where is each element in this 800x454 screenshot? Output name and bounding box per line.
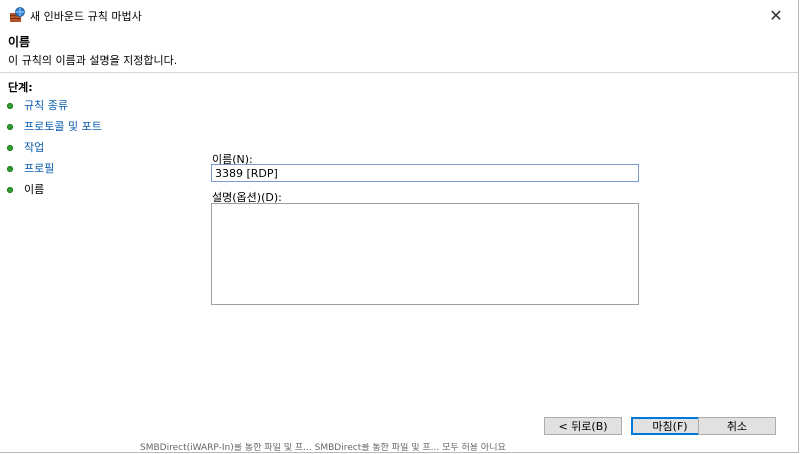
step-protocol-port[interactable]: 프로토콜 및 포트 [6, 119, 102, 140]
step-label[interactable]: 프로필 [24, 162, 54, 175]
cancel-button[interactable]: 취소 [698, 417, 776, 435]
step-label[interactable]: 작업 [24, 141, 44, 154]
green-dot-icon [7, 187, 13, 193]
green-dot-icon [7, 124, 13, 130]
title-bar: 새 인바운드 규칙 마법사 ✕ [0, 0, 798, 30]
page-description: 이 규칙의 이름과 설명을 지정합니다. [8, 54, 178, 67]
step-name-current: 이름 [6, 182, 102, 203]
steps-heading: 단계: [8, 81, 33, 94]
close-button[interactable]: ✕ [754, 0, 798, 30]
green-dot-icon [7, 166, 13, 172]
header-divider [0, 72, 798, 73]
firewall-wizard-icon [9, 7, 25, 23]
step-label: 이름 [24, 183, 45, 196]
window-title: 새 인바운드 규칙 마법사 [30, 10, 142, 23]
step-rule-type[interactable]: 규칙 종류 [6, 98, 102, 119]
description-field[interactable] [211, 203, 639, 305]
step-profile[interactable]: 프로필 [6, 161, 102, 182]
name-field[interactable] [211, 164, 639, 182]
green-dot-icon [7, 103, 13, 109]
step-action[interactable]: 작업 [6, 140, 102, 161]
wizard-window: 새 인바운드 규칙 마법사 ✕ 이름 이 규칙의 이름과 설명을 지정합니다. … [0, 0, 799, 453]
wizard-header: 이름 이 규칙의 이름과 설명을 지정합니다. [0, 30, 798, 72]
step-label[interactable]: 규칙 종류 [24, 99, 68, 112]
page-title: 이름 [8, 35, 31, 49]
back-button[interactable]: < 뒤로(B) [544, 417, 622, 435]
green-dot-icon [7, 145, 13, 151]
background-window-row: SMBDirect(iWARP-In)를 통한 파일 및 프... SMBDir… [140, 443, 506, 453]
close-icon: ✕ [769, 5, 783, 25]
step-label[interactable]: 프로토콜 및 포트 [24, 120, 102, 133]
steps-list: 규칙 종류 프로토콜 및 포트 작업 프로필 이름 [6, 98, 102, 203]
